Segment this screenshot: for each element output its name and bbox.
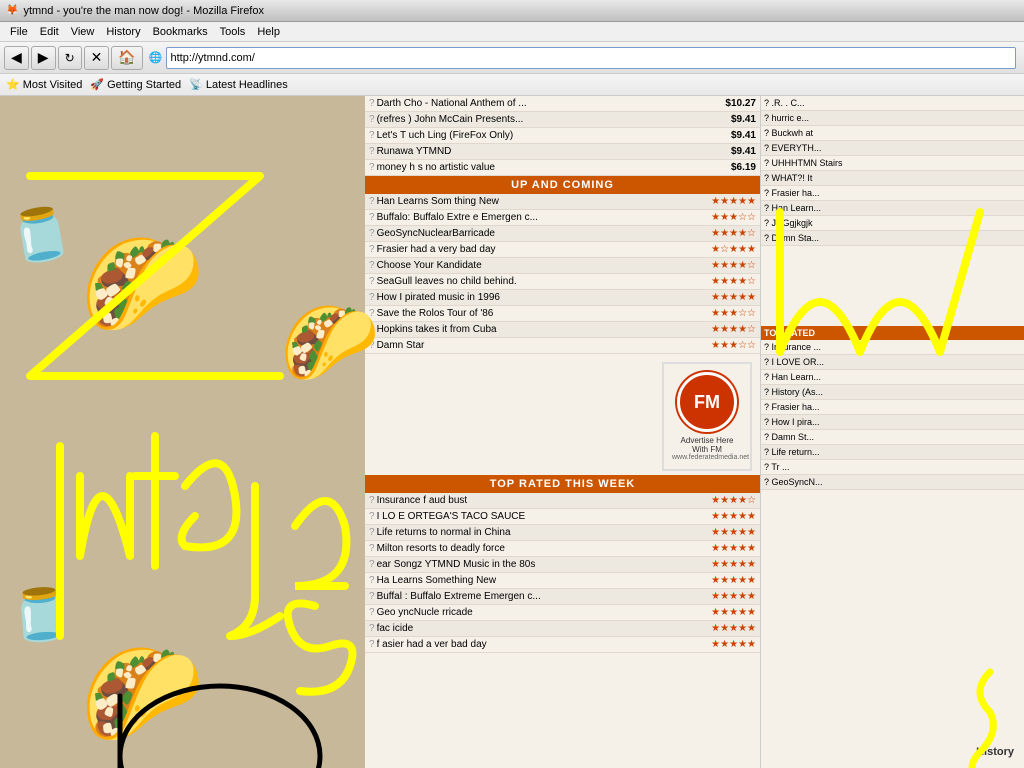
right-list-item[interactable]: ? UHHHTMN Stairs bbox=[761, 156, 1024, 171]
address-label: 🌐 bbox=[149, 51, 163, 64]
top-rated-section: TOP RATED THIS WEEK ? Insurance f aud bu… bbox=[365, 475, 760, 653]
window-title: ytmnd - you're the man now dog! - Mozill… bbox=[23, 5, 264, 17]
list-item[interactable]: ? Geo yncNucle rricade ★★★★★ bbox=[365, 605, 760, 621]
right-list-item[interactable]: ? Buckwh at bbox=[761, 126, 1024, 141]
fm-logo: FM bbox=[677, 372, 737, 432]
star-icon: ⭐ bbox=[6, 78, 20, 91]
right-list-item[interactable]: ? WHAT?! It bbox=[761, 171, 1024, 186]
list-item[interactable]: ? How I pirated music in 1996 ★★★★★ bbox=[365, 290, 760, 306]
right-list-item[interactable]: ? How I pira... bbox=[761, 415, 1024, 430]
list-item[interactable]: ? GeoSyncNuclearBarricade ★★★★☆ bbox=[365, 226, 760, 242]
list-item[interactable]: ? Save the Rolos Tour of '86 ★★★☆☆ bbox=[365, 306, 760, 322]
right-fm-spacer bbox=[761, 246, 1024, 326]
sauce-bottle-middle-left: 🫙 bbox=[8, 583, 75, 647]
right-list-item[interactable]: ? I LOVE OR... bbox=[761, 355, 1024, 370]
list-item[interactable]: ? Let's T uch Ling (FireFox Only) $9.41 bbox=[365, 128, 760, 144]
right-list-item[interactable]: ? Han Learn... bbox=[761, 370, 1024, 385]
fm-ad-area: FM Advertise Here With FM www.federatedm… bbox=[365, 354, 760, 475]
right-list-item[interactable]: ? GeoSyncN... bbox=[761, 475, 1024, 490]
menu-help[interactable]: Help bbox=[251, 24, 286, 40]
up-and-coming-section: UP AND COMING ? Han Learns Som thing New… bbox=[365, 176, 760, 354]
toolbar: ◀ ▶ ↻ ✕ 🏠 🌐 bbox=[0, 42, 1024, 74]
list-item[interactable]: ? (refres ) John McCain Presents... $9.4… bbox=[365, 112, 760, 128]
list-item[interactable]: ? Buffal : Buffalo Extreme Emergen c... … bbox=[365, 589, 760, 605]
list-item[interactable]: ? Ha Learns Something New ★★★★★ bbox=[365, 573, 760, 589]
menu-file[interactable]: File bbox=[4, 24, 34, 40]
stop-button[interactable]: ✕ bbox=[84, 46, 110, 70]
reload-button[interactable]: ↻ bbox=[58, 46, 82, 70]
right-list-item[interactable]: ? Life return... bbox=[761, 445, 1024, 460]
list-item[interactable]: ? Frasier had a very bad day ★☆★★★ bbox=[365, 242, 760, 258]
menu-bar: File Edit View History Bookmarks Tools H… bbox=[0, 22, 1024, 42]
right-list-item[interactable]: ? EVERYTH... bbox=[761, 141, 1024, 156]
list-item[interactable]: ? Han Learns Som thing New ★★★★★ bbox=[365, 194, 760, 210]
bookmark-latest-headlines[interactable]: 📡 Latest Headlines bbox=[189, 78, 288, 91]
right-list-item[interactable]: ? Han Learn... bbox=[761, 201, 1024, 216]
right-list-item[interactable]: ? Tr ... bbox=[761, 460, 1024, 475]
taco-bottom: 🌮 bbox=[80, 636, 205, 753]
back-button[interactable]: ◀ bbox=[4, 46, 29, 70]
bookmark-getting-started[interactable]: 🚀 Getting Started bbox=[90, 78, 181, 91]
right-panel: ? .R. . C... ? hurric e... ? Buckwh at ?… bbox=[760, 96, 1024, 768]
address-bar-container: 🌐 bbox=[149, 47, 1016, 69]
list-item[interactable]: ? Darth Cho - National Anthem of ... $10… bbox=[365, 96, 760, 112]
sauce-bottle-top-left: 🫙 bbox=[5, 201, 77, 270]
menu-edit[interactable]: Edit bbox=[34, 24, 65, 40]
right-list-item[interactable]: ? Damn Sta... bbox=[761, 231, 1024, 246]
history-label[interactable]: History bbox=[976, 746, 1014, 758]
fm-ad-box: FM Advertise Here With FM www.federatedm… bbox=[662, 362, 752, 471]
right-list-item[interactable]: ? hurric e... bbox=[761, 111, 1024, 126]
list-item[interactable]: ? Milton resorts to deadly force ★★★★★ bbox=[365, 541, 760, 557]
forward-button[interactable]: ▶ bbox=[31, 46, 56, 70]
list-item[interactable]: ? I LO E ORTEGA'S TACO SAUCE ★★★★★ bbox=[365, 509, 760, 525]
right-top-rated-header: TOP RATED bbox=[761, 326, 1024, 340]
right-list-item[interactable]: ? History (As... bbox=[761, 385, 1024, 400]
top-items-section: ? Darth Cho - National Anthem of ... $10… bbox=[365, 96, 760, 176]
right-up-coming-items: ? .R. . C... ? hurric e... ? Buckwh at ?… bbox=[761, 96, 1024, 246]
up-and-coming-header: UP AND COMING bbox=[365, 176, 760, 194]
top-rated-header: TOP RATED THIS WEEK bbox=[365, 475, 760, 493]
right-list-item[interactable]: ? JHGgjkgjk bbox=[761, 216, 1024, 231]
right-list-item[interactable]: ? .R. . C... bbox=[761, 96, 1024, 111]
bookmarks-bar: ⭐ Most Visited 🚀 Getting Started 📡 Lates… bbox=[0, 74, 1024, 96]
list-item[interactable]: ? Hopkins takes it from Cuba ★★★★☆ bbox=[365, 322, 760, 338]
list-item[interactable]: ? Buffalo: Buffalo Extre e Emergen c... … bbox=[365, 210, 760, 226]
menu-bookmarks[interactable]: Bookmarks bbox=[147, 24, 214, 40]
main-list-content: ? Darth Cho - National Anthem of ... $10… bbox=[365, 96, 760, 768]
menu-tools[interactable]: Tools bbox=[214, 24, 252, 40]
bookmark-most-visited[interactable]: ⭐ Most Visited bbox=[6, 78, 82, 91]
taco-right-mid: 🌮 bbox=[280, 296, 380, 390]
rocket-icon: 🚀 bbox=[90, 78, 104, 91]
page-content: 🫙 🌮 🫙 🌮 🌮 ? Darth Cho - National Anthem … bbox=[0, 96, 1024, 768]
list-item[interactable]: ? Choose Your Kandidate ★★★★☆ bbox=[365, 258, 760, 274]
list-item[interactable]: ? f asier had a ver bad day ★★★★★ bbox=[365, 637, 760, 653]
list-item[interactable]: ? Insurance f aud bust ★★★★☆ bbox=[365, 493, 760, 509]
right-list-item[interactable]: ? Damn St... bbox=[761, 430, 1024, 445]
list-item[interactable]: ? Damn Star ★★★☆☆ bbox=[365, 338, 760, 354]
list-item[interactable]: ? Life returns to normal in China ★★★★★ bbox=[365, 525, 760, 541]
list-item[interactable]: ? fac icide ★★★★★ bbox=[365, 621, 760, 637]
list-item[interactable]: ? SeaGull leaves no child behind. ★★★★☆ bbox=[365, 274, 760, 290]
menu-history[interactable]: History bbox=[100, 24, 146, 40]
list-item[interactable]: ? Runawa YTMND $9.41 bbox=[365, 144, 760, 160]
taco-top: 🌮 bbox=[80, 226, 205, 343]
rss-icon: 📡 bbox=[189, 78, 203, 91]
right-list-item[interactable]: ? Insurance ... bbox=[761, 340, 1024, 355]
fm-ad-text1: Advertise Here With FM bbox=[672, 436, 742, 454]
left-panel: 🫙 🌮 🫙 🌮 🌮 bbox=[0, 96, 365, 768]
browser-icon: 🦊 bbox=[6, 5, 18, 16]
fm-ad-text2: www.federatedmedia.net bbox=[672, 454, 742, 461]
list-item[interactable]: ? ear Songz YTMND Music in the 80s ★★★★★ bbox=[365, 557, 760, 573]
address-input[interactable] bbox=[166, 47, 1017, 69]
right-top-rated-items: ? Insurance ... ? I LOVE OR... ? Han Lea… bbox=[761, 340, 1024, 490]
title-bar: 🦊 ytmnd - you're the man now dog! - Mozi… bbox=[0, 0, 1024, 22]
right-list-item[interactable]: ? Frasier ha... bbox=[761, 400, 1024, 415]
menu-view[interactable]: View bbox=[65, 24, 101, 40]
home-button[interactable]: 🏠 bbox=[111, 46, 142, 70]
list-item[interactable]: ? money h s no artistic value $6.19 bbox=[365, 160, 760, 176]
right-list-item[interactable]: ? Frasier ha... bbox=[761, 186, 1024, 201]
